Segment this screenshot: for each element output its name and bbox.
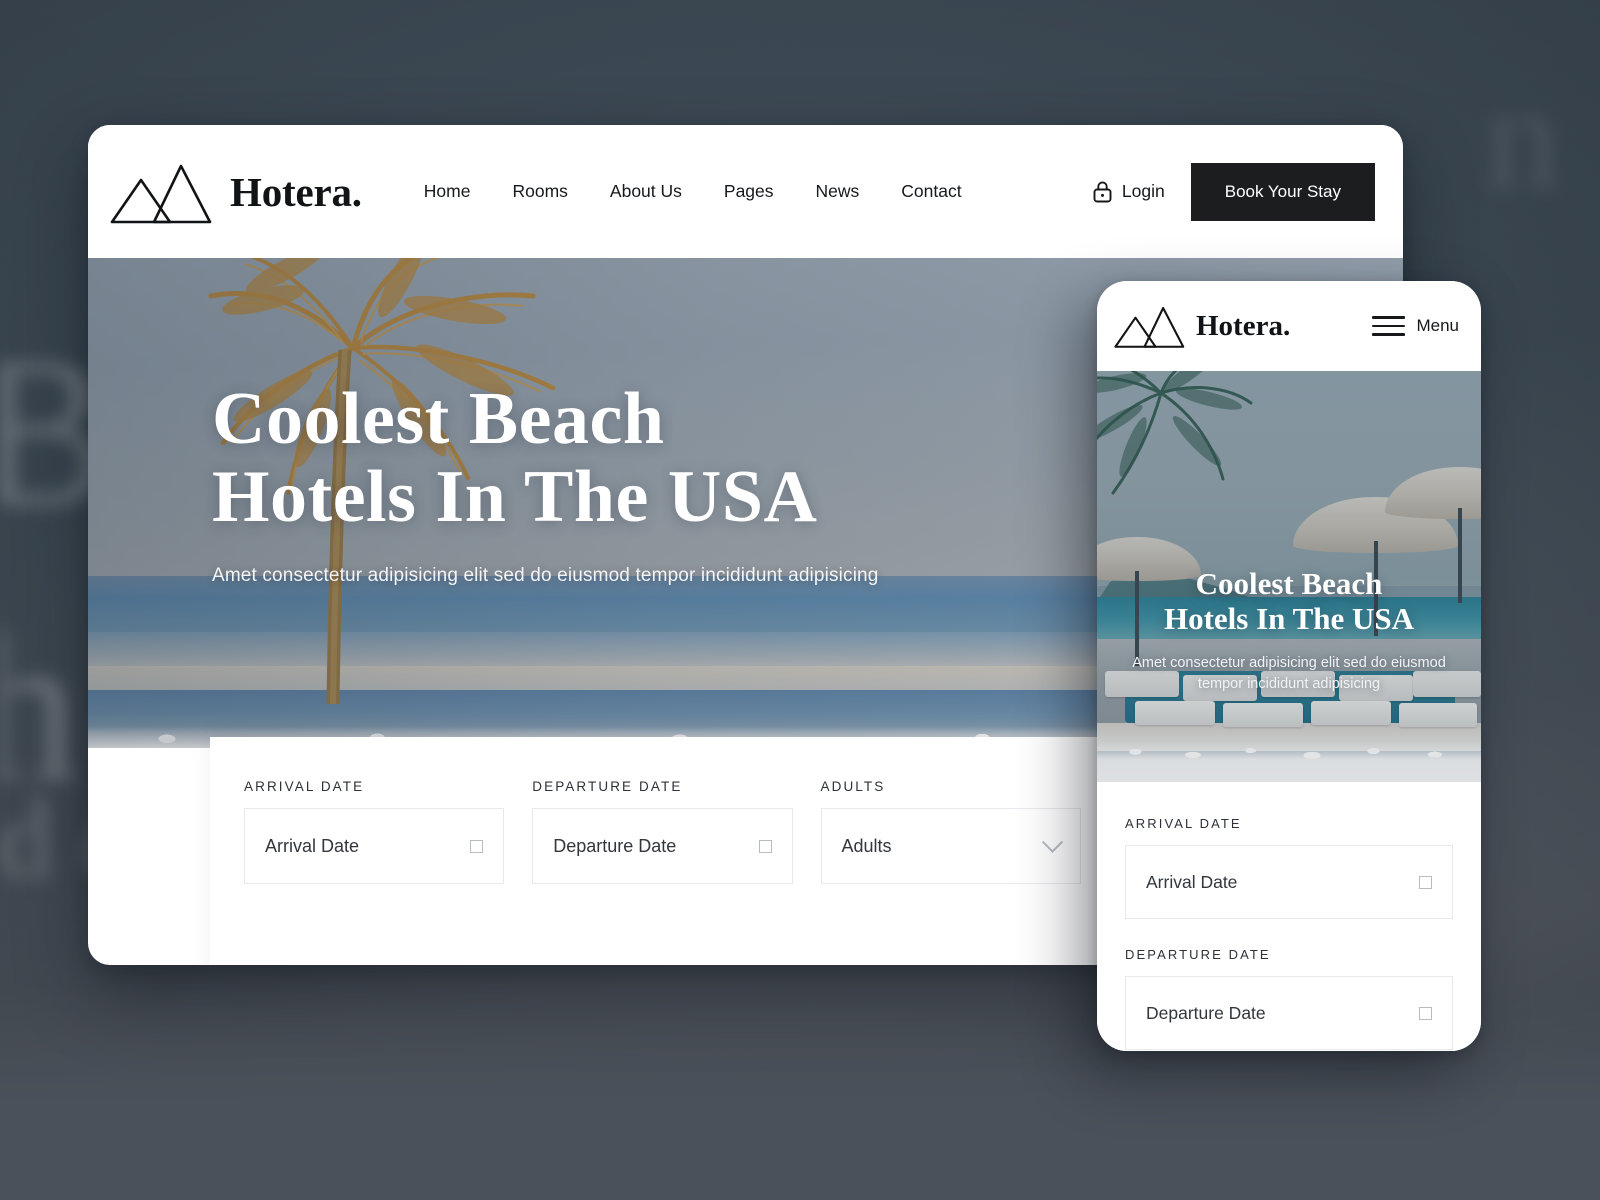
nav-link-about-us[interactable]: About Us (610, 181, 682, 202)
mobile-arrival-date-placeholder: Arrival Date (1146, 871, 1238, 892)
hero-title-line-1: Coolest Beach (212, 378, 665, 460)
calendar-icon (1419, 875, 1432, 889)
mountain-logo-icon (110, 164, 212, 223)
mobile-hero-copy: Coolest Beach Hotels In The USA Amet con… (1119, 566, 1459, 695)
mobile-brand-name: Hotera. (1196, 309, 1291, 342)
nav-link-contact[interactable]: Contact (901, 181, 961, 202)
mobile-field-departure-date: DEPARTURE DATE Departure Date (1125, 947, 1453, 1050)
lock-icon (1093, 181, 1112, 203)
departure-date-input[interactable]: Departure Date (532, 808, 793, 884)
arrival-date-input[interactable]: Arrival Date (244, 808, 505, 884)
hero-subtitle: Amet consectetur adipisicing elit sed do… (212, 564, 879, 586)
adults-placeholder: Adults (841, 835, 892, 856)
field-label-arrival-date: ARRIVAL DATE (244, 779, 365, 794)
arrival-date-placeholder: Arrival Date (265, 835, 360, 856)
chevron-down-icon (1041, 831, 1063, 853)
mountain-logo-icon (1114, 306, 1185, 348)
nav-link-rooms[interactable]: Rooms (512, 181, 567, 202)
mobile-hero-title-line-1: Coolest Beach (1195, 566, 1383, 601)
calendar-icon (758, 839, 772, 853)
field-label-departure-date: DEPARTURE DATE (532, 779, 683, 794)
nav-link-home[interactable]: Home (424, 181, 471, 202)
adults-select[interactable]: Adults (820, 808, 1081, 884)
field-label-adults: ADULTS (820, 779, 886, 794)
mobile-hero-title: Coolest Beach Hotels In The USA (1119, 566, 1459, 636)
calendar-icon (470, 839, 484, 853)
desktop-nav-links: Home Rooms About Us Pages News Contact (424, 181, 962, 202)
field-adults: ADULTS Adults (820, 779, 1081, 884)
mobile-menu-label: Menu (1416, 316, 1459, 335)
login-label: Login (1121, 181, 1165, 201)
mobile-departure-date-placeholder: Departure Date (1146, 1002, 1266, 1023)
departure-date-placeholder: Departure Date (553, 835, 677, 856)
desktop-header: Hotera. Home Rooms About Us Pages News C… (88, 125, 1403, 258)
field-departure-date: DEPARTURE DATE Departure Date (532, 779, 793, 884)
brand-name: Hotera. (230, 168, 362, 215)
mobile-field-label-departure-date: DEPARTURE DATE (1125, 947, 1271, 962)
mobile-hero-title-line-2: Hotels In The USA (1163, 600, 1415, 636)
mobile-field-label-arrival-date: ARRIVAL DATE (1125, 816, 1242, 831)
mobile-hero: Coolest Beach Hotels In The USA Amet con… (1097, 371, 1481, 782)
calendar-icon (1419, 1006, 1432, 1020)
book-your-stay-button[interactable]: Book Your Stay (1190, 162, 1375, 221)
nav-link-pages[interactable]: Pages (724, 181, 774, 202)
brand-logo[interactable]: Hotera. (110, 156, 362, 228)
hero-title-line-2: Hotels In The USA (212, 456, 818, 539)
mobile-hero-subtitle: Amet consectetur adipisicing elit sed do… (1132, 655, 1446, 693)
field-arrival-date: ARRIVAL DATE Arrival Date (244, 779, 505, 884)
mobile-menu-button[interactable]: Menu (1372, 316, 1459, 336)
nav-link-news[interactable]: News (816, 181, 860, 202)
mobile-departure-date-input[interactable]: Departure Date (1125, 976, 1453, 1050)
mobile-header: Hotera. Menu (1097, 281, 1481, 371)
hamburger-icon (1372, 316, 1406, 336)
mobile-mockup: Hotera. Menu Coolest Beach Hotels In The… (1097, 281, 1481, 1051)
login-button[interactable]: Login (1092, 180, 1165, 203)
hero-copy: Coolest Beach Hotels In The USA Amet con… (212, 380, 879, 587)
desktop-header-actions: Login Book Your Stay (1092, 162, 1375, 221)
hero-title: Coolest Beach Hotels In The USA (212, 380, 879, 537)
mobile-booking-form: ARRIVAL DATE Arrival Date DEPARTURE DATE… (1097, 782, 1481, 1051)
mobile-arrival-date-input[interactable]: Arrival Date (1125, 845, 1453, 919)
mobile-field-arrival-date: ARRIVAL DATE Arrival Date (1125, 816, 1453, 919)
